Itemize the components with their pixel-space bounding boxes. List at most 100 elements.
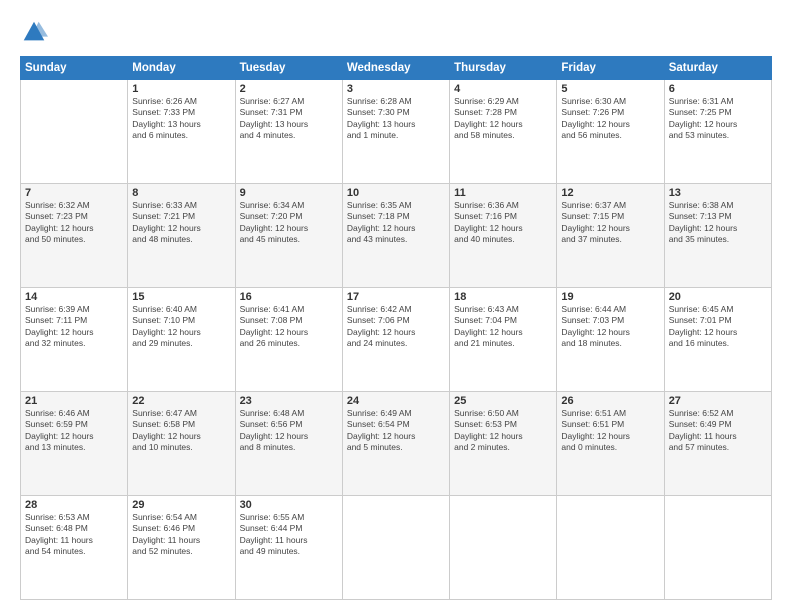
day-info: Sunrise: 6:54 AM Sunset: 6:46 PM Dayligh… (132, 512, 230, 558)
day-info: Sunrise: 6:55 AM Sunset: 6:44 PM Dayligh… (240, 512, 338, 558)
logo (20, 18, 52, 46)
calendar-cell (21, 80, 128, 184)
calendar-cell: 2Sunrise: 6:27 AM Sunset: 7:31 PM Daylig… (235, 80, 342, 184)
calendar-cell: 10Sunrise: 6:35 AM Sunset: 7:18 PM Dayli… (342, 184, 449, 288)
day-header-friday: Friday (557, 57, 664, 80)
day-info: Sunrise: 6:37 AM Sunset: 7:15 PM Dayligh… (561, 200, 659, 246)
header (20, 18, 772, 46)
calendar-body: 1Sunrise: 6:26 AM Sunset: 7:33 PM Daylig… (21, 80, 772, 600)
day-number: 25 (454, 395, 552, 407)
day-header-tuesday: Tuesday (235, 57, 342, 80)
day-number: 6 (669, 83, 767, 95)
day-info: Sunrise: 6:52 AM Sunset: 6:49 PM Dayligh… (669, 408, 767, 454)
day-number: 21 (25, 395, 123, 407)
calendar-cell: 16Sunrise: 6:41 AM Sunset: 7:08 PM Dayli… (235, 288, 342, 392)
day-number: 29 (132, 499, 230, 511)
day-number: 4 (454, 83, 552, 95)
calendar-cell: 7Sunrise: 6:32 AM Sunset: 7:23 PM Daylig… (21, 184, 128, 288)
day-number: 5 (561, 83, 659, 95)
day-info: Sunrise: 6:49 AM Sunset: 6:54 PM Dayligh… (347, 408, 445, 454)
day-header-saturday: Saturday (664, 57, 771, 80)
calendar-cell: 29Sunrise: 6:54 AM Sunset: 6:46 PM Dayli… (128, 496, 235, 600)
day-number: 26 (561, 395, 659, 407)
day-number: 3 (347, 83, 445, 95)
calendar-cell: 23Sunrise: 6:48 AM Sunset: 6:56 PM Dayli… (235, 392, 342, 496)
calendar-cell (557, 496, 664, 600)
calendar-cell: 26Sunrise: 6:51 AM Sunset: 6:51 PM Dayli… (557, 392, 664, 496)
day-number: 1 (132, 83, 230, 95)
calendar-cell: 20Sunrise: 6:45 AM Sunset: 7:01 PM Dayli… (664, 288, 771, 392)
day-header-monday: Monday (128, 57, 235, 80)
day-number: 11 (454, 187, 552, 199)
day-header-thursday: Thursday (450, 57, 557, 80)
logo-icon (20, 18, 48, 46)
calendar-cell: 18Sunrise: 6:43 AM Sunset: 7:04 PM Dayli… (450, 288, 557, 392)
calendar-cell: 14Sunrise: 6:39 AM Sunset: 7:11 PM Dayli… (21, 288, 128, 392)
day-number: 15 (132, 291, 230, 303)
calendar-header-row: SundayMondayTuesdayWednesdayThursdayFrid… (21, 57, 772, 80)
week-row-5: 28Sunrise: 6:53 AM Sunset: 6:48 PM Dayli… (21, 496, 772, 600)
day-info: Sunrise: 6:53 AM Sunset: 6:48 PM Dayligh… (25, 512, 123, 558)
day-info: Sunrise: 6:34 AM Sunset: 7:20 PM Dayligh… (240, 200, 338, 246)
calendar-cell (664, 496, 771, 600)
day-number: 7 (25, 187, 123, 199)
day-info: Sunrise: 6:40 AM Sunset: 7:10 PM Dayligh… (132, 304, 230, 350)
day-number: 9 (240, 187, 338, 199)
day-number: 20 (669, 291, 767, 303)
calendar-cell: 3Sunrise: 6:28 AM Sunset: 7:30 PM Daylig… (342, 80, 449, 184)
day-number: 27 (669, 395, 767, 407)
day-number: 17 (347, 291, 445, 303)
calendar-cell: 27Sunrise: 6:52 AM Sunset: 6:49 PM Dayli… (664, 392, 771, 496)
calendar: SundayMondayTuesdayWednesdayThursdayFrid… (20, 56, 772, 600)
day-info: Sunrise: 6:42 AM Sunset: 7:06 PM Dayligh… (347, 304, 445, 350)
day-number: 13 (669, 187, 767, 199)
day-header-sunday: Sunday (21, 57, 128, 80)
day-info: Sunrise: 6:44 AM Sunset: 7:03 PM Dayligh… (561, 304, 659, 350)
day-number: 8 (132, 187, 230, 199)
day-info: Sunrise: 6:29 AM Sunset: 7:28 PM Dayligh… (454, 96, 552, 142)
calendar-cell: 9Sunrise: 6:34 AM Sunset: 7:20 PM Daylig… (235, 184, 342, 288)
day-number: 10 (347, 187, 445, 199)
day-info: Sunrise: 6:41 AM Sunset: 7:08 PM Dayligh… (240, 304, 338, 350)
day-number: 22 (132, 395, 230, 407)
day-number: 19 (561, 291, 659, 303)
calendar-cell (342, 496, 449, 600)
day-info: Sunrise: 6:28 AM Sunset: 7:30 PM Dayligh… (347, 96, 445, 142)
calendar-cell: 17Sunrise: 6:42 AM Sunset: 7:06 PM Dayli… (342, 288, 449, 392)
day-number: 24 (347, 395, 445, 407)
calendar-cell: 19Sunrise: 6:44 AM Sunset: 7:03 PM Dayli… (557, 288, 664, 392)
day-number: 18 (454, 291, 552, 303)
calendar-cell: 11Sunrise: 6:36 AM Sunset: 7:16 PM Dayli… (450, 184, 557, 288)
day-header-wednesday: Wednesday (342, 57, 449, 80)
day-info: Sunrise: 6:26 AM Sunset: 7:33 PM Dayligh… (132, 96, 230, 142)
calendar-cell: 4Sunrise: 6:29 AM Sunset: 7:28 PM Daylig… (450, 80, 557, 184)
day-info: Sunrise: 6:27 AM Sunset: 7:31 PM Dayligh… (240, 96, 338, 142)
day-info: Sunrise: 6:43 AM Sunset: 7:04 PM Dayligh… (454, 304, 552, 350)
day-number: 16 (240, 291, 338, 303)
page: SundayMondayTuesdayWednesdayThursdayFrid… (0, 0, 792, 612)
week-row-4: 21Sunrise: 6:46 AM Sunset: 6:59 PM Dayli… (21, 392, 772, 496)
day-number: 30 (240, 499, 338, 511)
day-number: 12 (561, 187, 659, 199)
calendar-cell: 1Sunrise: 6:26 AM Sunset: 7:33 PM Daylig… (128, 80, 235, 184)
day-info: Sunrise: 6:33 AM Sunset: 7:21 PM Dayligh… (132, 200, 230, 246)
day-info: Sunrise: 6:35 AM Sunset: 7:18 PM Dayligh… (347, 200, 445, 246)
day-info: Sunrise: 6:48 AM Sunset: 6:56 PM Dayligh… (240, 408, 338, 454)
day-info: Sunrise: 6:50 AM Sunset: 6:53 PM Dayligh… (454, 408, 552, 454)
calendar-cell: 12Sunrise: 6:37 AM Sunset: 7:15 PM Dayli… (557, 184, 664, 288)
calendar-cell: 13Sunrise: 6:38 AM Sunset: 7:13 PM Dayli… (664, 184, 771, 288)
day-info: Sunrise: 6:51 AM Sunset: 6:51 PM Dayligh… (561, 408, 659, 454)
calendar-cell: 21Sunrise: 6:46 AM Sunset: 6:59 PM Dayli… (21, 392, 128, 496)
day-info: Sunrise: 6:39 AM Sunset: 7:11 PM Dayligh… (25, 304, 123, 350)
day-info: Sunrise: 6:45 AM Sunset: 7:01 PM Dayligh… (669, 304, 767, 350)
calendar-cell: 28Sunrise: 6:53 AM Sunset: 6:48 PM Dayli… (21, 496, 128, 600)
day-info: Sunrise: 6:36 AM Sunset: 7:16 PM Dayligh… (454, 200, 552, 246)
day-info: Sunrise: 6:30 AM Sunset: 7:26 PM Dayligh… (561, 96, 659, 142)
day-info: Sunrise: 6:47 AM Sunset: 6:58 PM Dayligh… (132, 408, 230, 454)
day-number: 14 (25, 291, 123, 303)
week-row-2: 7Sunrise: 6:32 AM Sunset: 7:23 PM Daylig… (21, 184, 772, 288)
calendar-cell (450, 496, 557, 600)
day-info: Sunrise: 6:46 AM Sunset: 6:59 PM Dayligh… (25, 408, 123, 454)
day-number: 2 (240, 83, 338, 95)
calendar-cell: 25Sunrise: 6:50 AM Sunset: 6:53 PM Dayli… (450, 392, 557, 496)
